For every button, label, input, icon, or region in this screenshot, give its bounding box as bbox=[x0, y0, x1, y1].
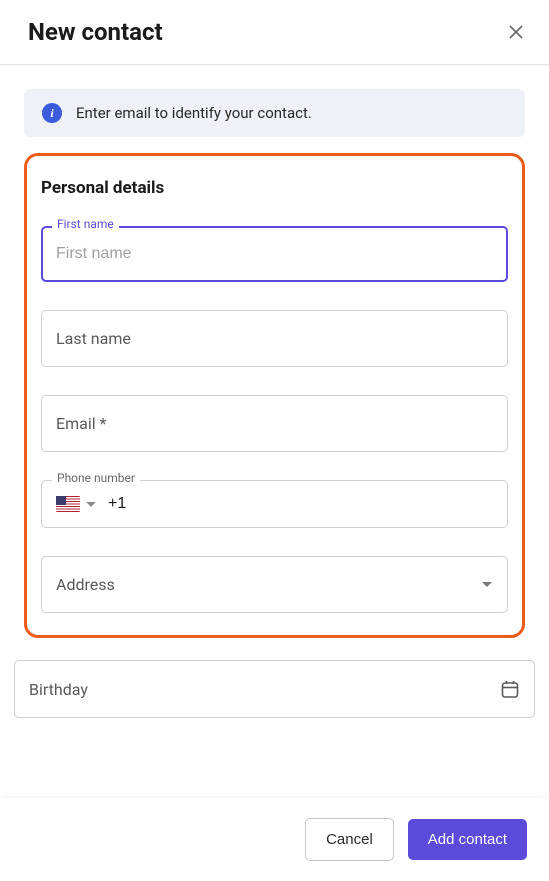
birthday-input[interactable]: Birthday bbox=[14, 660, 535, 718]
close-button[interactable] bbox=[503, 19, 529, 45]
personal-details-section: Personal details First name Last name Em… bbox=[24, 153, 525, 638]
phone-label: Phone number bbox=[52, 471, 140, 485]
address-select[interactable]: Address bbox=[41, 556, 508, 613]
info-banner: i Enter email to identify your contact. bbox=[24, 89, 525, 137]
info-icon: i bbox=[42, 103, 62, 123]
last-name-field-wrapper: Last name bbox=[41, 310, 508, 367]
new-contact-modal: New contact i Enter email to identify yo… bbox=[0, 0, 549, 881]
chevron-down-icon bbox=[481, 581, 493, 589]
first-name-input[interactable] bbox=[41, 226, 508, 282]
phone-field-wrapper: Phone number bbox=[41, 480, 508, 528]
calendar-icon bbox=[500, 679, 520, 699]
phone-input[interactable] bbox=[102, 487, 499, 521]
chevron-down-icon bbox=[86, 501, 96, 507]
email-field-wrapper: Email * bbox=[41, 395, 508, 452]
section-title: Personal details bbox=[41, 178, 508, 198]
close-icon bbox=[507, 23, 525, 41]
first-name-label: First name bbox=[52, 217, 119, 231]
first-name-field-wrapper: First name bbox=[41, 226, 508, 282]
email-input[interactable]: Email * bbox=[41, 395, 508, 452]
add-contact-button[interactable]: Add contact bbox=[408, 819, 527, 860]
modal-title: New contact bbox=[28, 18, 163, 46]
modal-header: New contact bbox=[0, 0, 549, 65]
modal-footer: Cancel Add contact bbox=[0, 797, 549, 881]
email-label: Email * bbox=[56, 414, 106, 433]
country-selector[interactable] bbox=[50, 490, 102, 518]
last-name-input[interactable]: Last name bbox=[41, 310, 508, 367]
info-banner-text: Enter email to identify your contact. bbox=[76, 104, 312, 122]
birthday-field-wrapper: Birthday bbox=[0, 660, 549, 718]
modal-body: i Enter email to identify your contact. … bbox=[0, 65, 549, 797]
phone-field bbox=[41, 480, 508, 528]
flag-us-icon bbox=[56, 496, 80, 512]
birthday-label: Birthday bbox=[29, 680, 88, 699]
last-name-label: Last name bbox=[56, 329, 131, 348]
address-field-wrapper: Address bbox=[41, 556, 508, 613]
address-label: Address bbox=[56, 575, 115, 594]
cancel-button[interactable]: Cancel bbox=[305, 818, 394, 861]
